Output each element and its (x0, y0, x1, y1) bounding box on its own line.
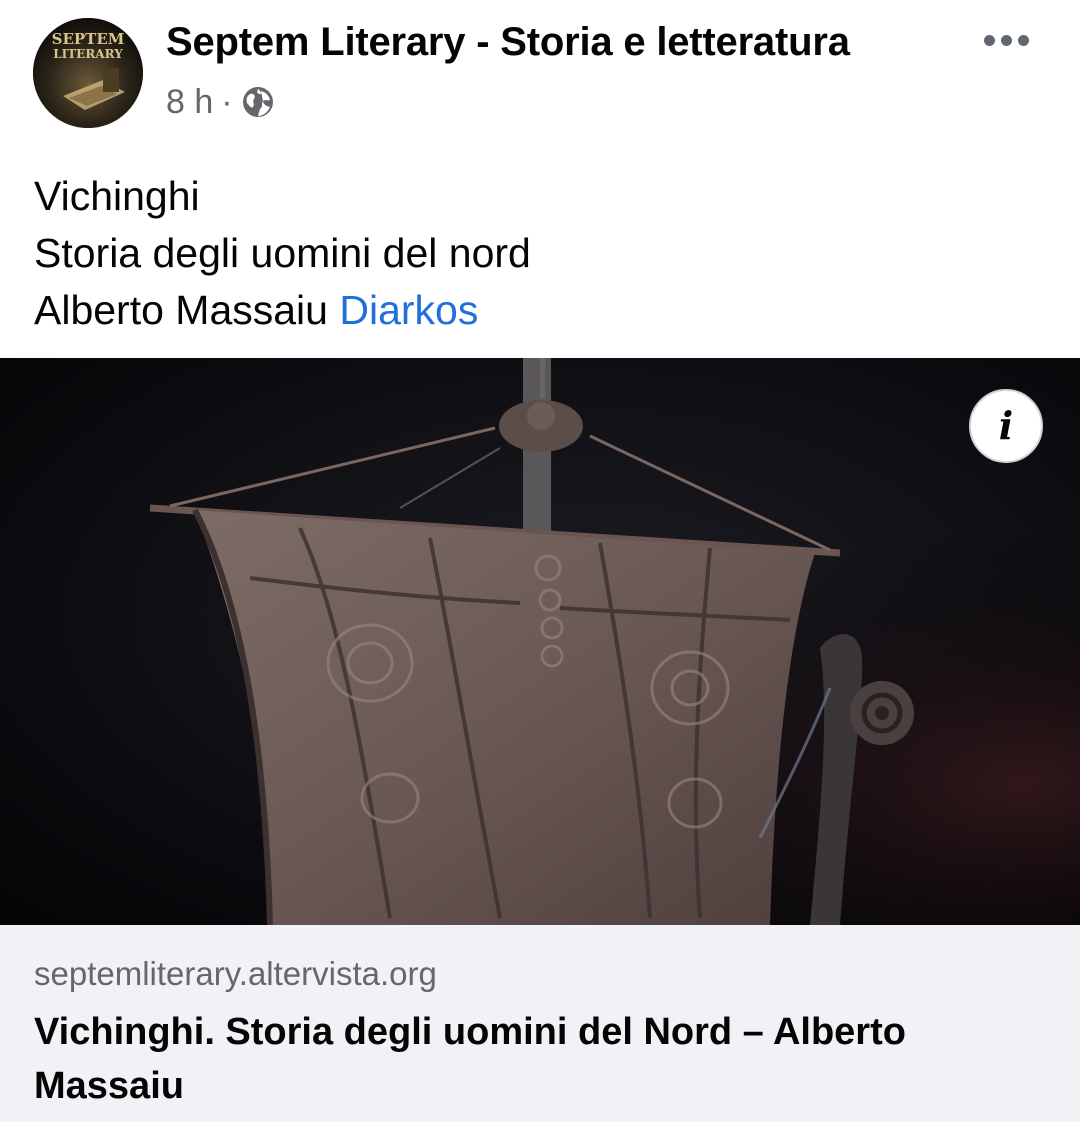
ad-info-button[interactable]: i (969, 389, 1043, 463)
link-preview-card[interactable]: septemliterary.altervista.org Vichinghi.… (0, 925, 1080, 1122)
link-title: Vichinghi. Storia degli uomini del Nord … (34, 1011, 906, 1107)
publisher-link[interactable]: Diarkos (339, 287, 478, 333)
post-image-viking-sail[interactable] (0, 358, 1080, 925)
post-timestamp[interactable]: 8 h (166, 83, 213, 122)
globe-icon (241, 85, 275, 119)
more-horizontal-icon (983, 34, 995, 46)
page-avatar[interactable]: SEPTEM LITERARY (33, 18, 143, 128)
avatar-logo-image: SEPTEM LITERARY (33, 18, 143, 128)
link-domain: septemliterary.altervista.org (34, 955, 437, 992)
post-meta: 8 h · (166, 80, 275, 124)
facebook-post: SEPTEM LITERARY Septem Literary - Storia… (0, 0, 1080, 1122)
post-text-line: Storia degli uomini del nord (34, 230, 531, 276)
meta-separator: · (221, 82, 233, 121)
more-options-button[interactable] (976, 20, 1036, 60)
post-message: Vichinghi Storia degli uomini del nord A… (34, 168, 531, 339)
post-text-line: Alberto Massaiu (34, 287, 328, 333)
post-text-line: Vichinghi (34, 173, 200, 219)
info-icon: i (998, 403, 1014, 448)
page-name-link[interactable]: Septem Literary - Storia e letteratura (166, 20, 850, 65)
avatar-text-line-1: SEPTEM (52, 30, 125, 48)
avatar-text-line-2: LITERARY (53, 47, 123, 61)
